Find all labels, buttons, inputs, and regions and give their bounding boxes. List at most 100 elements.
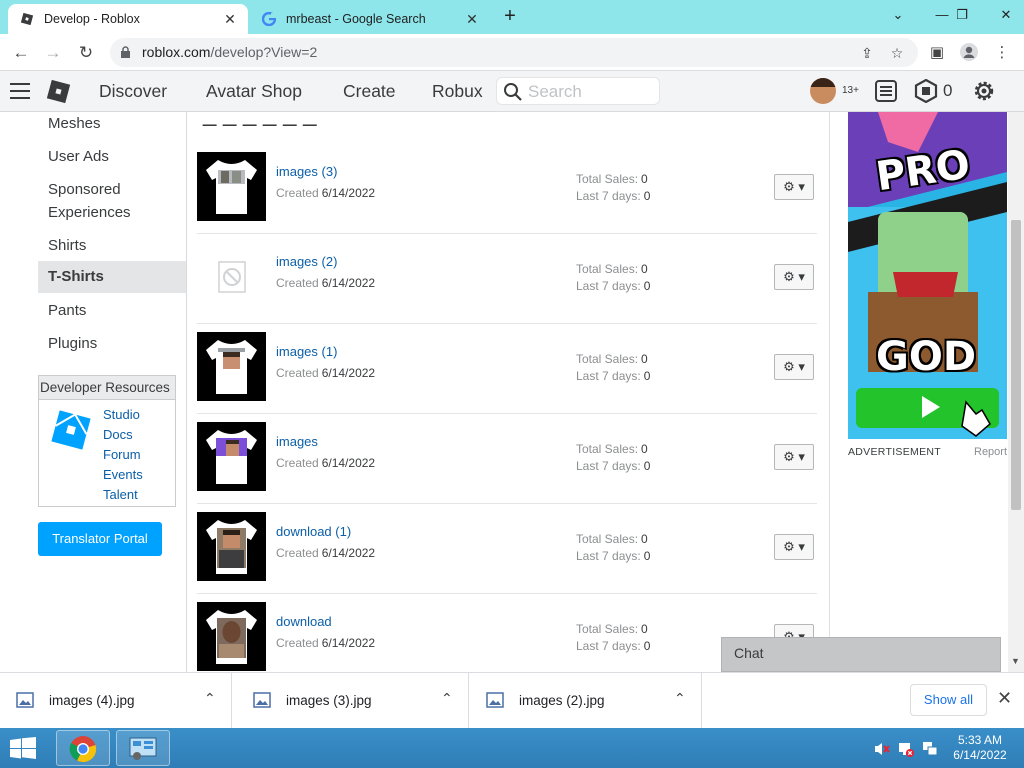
settings-gear-icon[interactable] [972, 79, 996, 103]
asset-name-link[interactable]: images [276, 434, 318, 449]
chevron-up-icon[interactable]: ⌃ [204, 690, 216, 707]
report-ad-link[interactable]: Report [974, 446, 1007, 458]
dev-link-events[interactable]: Events [103, 467, 143, 482]
sidebar-item-pants[interactable]: Pants [48, 299, 86, 322]
created-label: Created [276, 456, 319, 470]
restore-icon[interactable]: ❐ [944, 0, 980, 30]
tab-develop-roblox[interactable]: Develop - Roblox ✕ [8, 4, 248, 34]
network-disconnected-icon[interactable] [898, 741, 914, 757]
gear-icon: ⚙ [783, 539, 795, 554]
close-download-shelf-icon[interactable]: ✕ [997, 688, 1012, 709]
robux-icon[interactable] [914, 79, 938, 103]
sidebar-item-meshes[interactable]: Meshes [48, 112, 101, 135]
reload-button[interactable]: ↻ [73, 40, 99, 66]
forward-button[interactable]: → [40, 40, 66, 66]
window-close-icon[interactable]: ✕ [988, 0, 1024, 30]
asset-settings-button[interactable]: ⚙ ▾ [774, 534, 814, 560]
download-item[interactable]: images (4).jpg ⌃ [0, 673, 232, 729]
chevron-up-icon[interactable]: ⌃ [674, 690, 686, 707]
image-unavailable-icon [218, 261, 246, 293]
asset-name-link[interactable]: download (1) [276, 524, 351, 539]
back-button[interactable]: ← [8, 40, 34, 66]
tab-title: mrbeast - Google Search [286, 12, 426, 26]
translator-portal-button[interactable]: Translator Portal [38, 522, 162, 556]
asset-name-link[interactable]: images (3) [276, 164, 337, 179]
asset-name-link[interactable]: download [276, 614, 332, 629]
dev-link-docs[interactable]: Docs [103, 427, 133, 442]
side-panel-icon[interactable]: ▣ [927, 43, 947, 63]
gear-icon: ⚙ [783, 269, 795, 284]
profile-icon[interactable] [959, 43, 979, 63]
sidebar-item-plugins[interactable]: Plugins [48, 332, 97, 355]
windows-start-icon[interactable] [8, 737, 38, 759]
age-badge: 13+ [842, 85, 859, 96]
taskbar-control-panel-app[interactable] [116, 730, 170, 766]
roblox-logo-icon[interactable] [46, 79, 71, 104]
gear-icon: ⚙ [783, 179, 795, 194]
image-file-icon [253, 692, 271, 708]
bookmark-star-icon[interactable]: ☆ [888, 44, 906, 62]
dev-link-forum[interactable]: Forum [103, 447, 141, 462]
tab-mrbeast-search[interactable]: mrbeast - Google Search ✕ [250, 4, 490, 34]
more-menu-icon[interactable]: ⋮ [992, 43, 1012, 63]
asset-created: Created 6/14/2022 [276, 456, 375, 470]
page-title-clipped: _ _ _ _ _ _ [203, 112, 317, 127]
gear-icon: ⚙ [783, 449, 795, 464]
tab-close-icon[interactable]: ✕ [464, 11, 480, 28]
share-icon[interactable]: ⇪ [858, 44, 876, 62]
action-center-icon[interactable] [922, 741, 938, 757]
taskbar-chrome-app[interactable] [56, 730, 110, 766]
speaker-muted-icon[interactable] [874, 741, 890, 757]
asset-thumbnail[interactable] [197, 602, 266, 671]
developer-resources-title: Developer Resources [39, 376, 175, 400]
dev-link-studio[interactable]: Studio [103, 407, 140, 422]
asset-thumbnail[interactable] [197, 422, 266, 491]
new-tab-button[interactable]: + [498, 5, 522, 29]
tshirt-icon [206, 160, 257, 214]
chevron-up-icon[interactable]: ⌃ [441, 690, 453, 707]
asset-settings-button[interactable]: ⚙ ▾ [774, 354, 814, 380]
asset-thumbnail[interactable] [197, 332, 266, 401]
asset-name-link[interactable]: images (1) [276, 344, 337, 359]
asset-name-link[interactable]: images (2) [276, 254, 337, 269]
nav-avatar-shop[interactable]: Avatar Shop [206, 81, 302, 102]
address-bar[interactable]: roblox.com/develop?View=2 ⇪ ☆ [110, 38, 918, 67]
asset-settings-button[interactable]: ⚙ ▾ [774, 444, 814, 470]
nav-robux[interactable]: Robux [432, 81, 483, 102]
created-date: 6/14/2022 [321, 366, 376, 380]
asset-settings-button[interactable]: ⚙ ▾ [774, 264, 814, 290]
asset-thumbnail[interactable] [197, 512, 266, 581]
advertisement-banner[interactable]: PRO GOD [848, 112, 1007, 439]
total-sales-label: Total Sales: [576, 172, 639, 186]
notifications-list-icon[interactable] [874, 79, 898, 103]
chat-bar[interactable]: Chat [721, 637, 1001, 672]
url-text: roblox.com/develop?View=2 [142, 44, 317, 60]
tab-close-icon[interactable]: ✕ [222, 11, 238, 28]
nav-discover[interactable]: Discover [99, 81, 167, 102]
chevron-down-icon[interactable]: ⌄ [880, 0, 916, 30]
search-input[interactable]: Search [496, 77, 660, 105]
sidebar-item-t-shirts[interactable]: T-Shirts [38, 261, 187, 293]
sidebar-item-sponsored[interactable]: Sponsored [48, 178, 121, 201]
sidebar-item-experiences[interactable]: Experiences [48, 201, 131, 224]
scroll-down-arrow-icon[interactable]: ▼ [1011, 656, 1020, 666]
total-sales-value: 0 [641, 352, 648, 366]
sidebar-item-user-ads[interactable]: User Ads [48, 145, 109, 168]
asset-thumbnail[interactable] [197, 242, 266, 311]
asset-thumbnail[interactable] [197, 152, 266, 221]
system-clock[interactable]: 5:33 AM 6/14/2022 [950, 733, 1010, 763]
avatar[interactable] [810, 78, 836, 104]
show-all-downloads-button[interactable]: Show all [910, 684, 987, 716]
image-file-icon [486, 692, 504, 708]
nav-create[interactable]: Create [343, 81, 396, 102]
asset-settings-button[interactable]: ⚙ ▾ [774, 174, 814, 200]
download-item[interactable]: images (3).jpg ⌃ [237, 673, 469, 729]
total-sales-label: Total Sales: [576, 622, 639, 636]
dev-link-talent[interactable]: Talent [103, 487, 138, 502]
sidebar-item-shirts[interactable]: Shirts [48, 234, 86, 257]
scrollbar-thumb[interactable] [1011, 220, 1021, 510]
download-item[interactable]: images (2).jpg ⌃ [470, 673, 702, 729]
hamburger-menu-icon[interactable] [10, 83, 30, 99]
last7-label: Last 7 days: [576, 639, 641, 653]
page-scrollbar[interactable]: ▼ [1008, 112, 1024, 672]
